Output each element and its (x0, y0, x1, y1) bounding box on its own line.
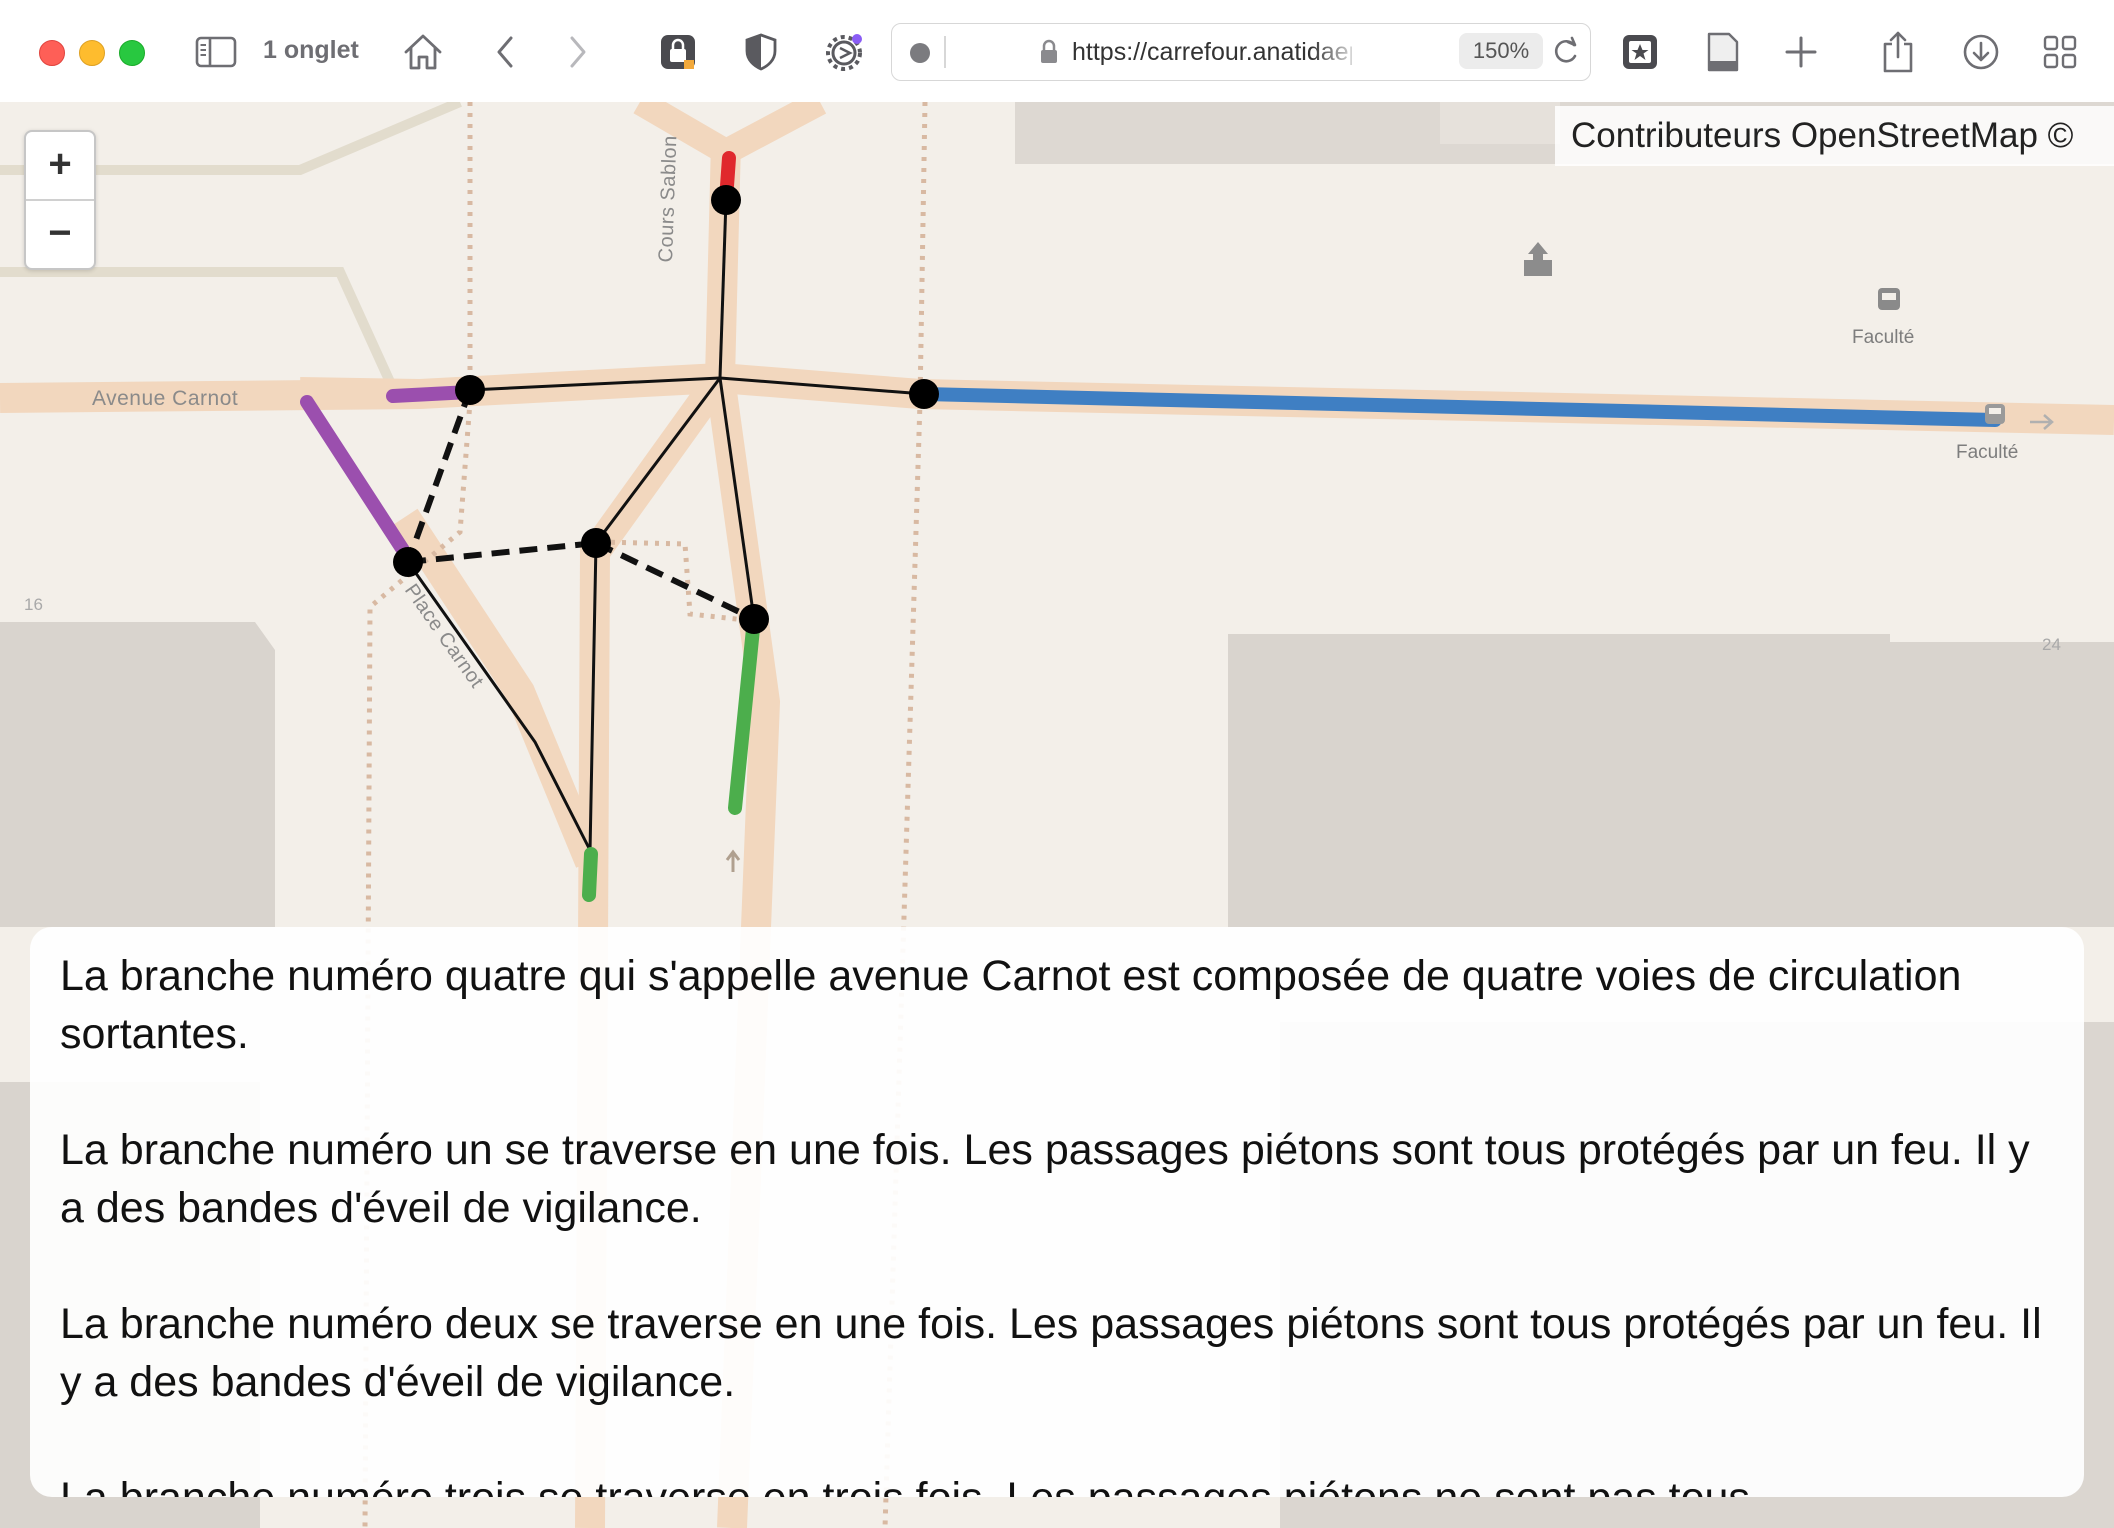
sidebar-toggle-icon[interactable] (192, 28, 240, 76)
home-icon[interactable] (399, 28, 447, 76)
record-icon[interactable] (910, 43, 930, 63)
node[interactable] (455, 375, 485, 405)
settings-gear-icon[interactable] (820, 28, 868, 76)
url-fade (1312, 30, 1362, 74)
reload-icon[interactable] (1550, 36, 1580, 73)
back-icon[interactable] (482, 28, 530, 76)
crossing-dashed (405, 388, 473, 564)
zoom-out-button[interactable]: − (26, 199, 94, 268)
tab-count-label[interactable]: 1 onglet (263, 36, 359, 65)
address-separator (944, 36, 946, 68)
intersection-graph (406, 199, 925, 855)
building (0, 622, 275, 927)
oneway-arrow-icon (725, 849, 741, 872)
node[interactable] (739, 604, 769, 634)
map-zoom-control: + − (24, 130, 96, 270)
tab-overview-icon[interactable] (2036, 28, 2084, 76)
node[interactable] (909, 379, 939, 409)
privacy-shield-icon[interactable] (737, 28, 785, 76)
branch-3-green-2[interactable] (582, 847, 598, 902)
fullscreen-window-button[interactable] (119, 40, 145, 66)
description-panel[interactable]: La branche numéro quatre qui s'appelle a… (30, 927, 2084, 1497)
downloads-icon[interactable] (1957, 28, 2005, 76)
description-paragraph: La branche numéro un se traverse en une … (60, 1126, 2030, 1232)
close-window-button[interactable] (39, 40, 65, 66)
description-paragraph: La branche numéro deux se traverse en un… (60, 1300, 2042, 1406)
map-attribution[interactable]: Contributeurs OpenStreetMap © (1555, 106, 2114, 166)
address-bar[interactable]: https://carrefour.anatidaepho.be 150% (891, 23, 1591, 81)
forward-icon[interactable] (553, 28, 601, 76)
poi-label-faculte: Faculté (1852, 327, 1915, 348)
password-extension-icon[interactable] (654, 28, 702, 76)
building (1440, 102, 1560, 144)
url-text[interactable]: https://carrefour.anatidaepho.be (1072, 38, 1352, 67)
browser-toolbar: 1 onglet https://carrefour.anatidaepho.b… (0, 0, 2114, 102)
building (1228, 634, 2114, 927)
landuse-outline (0, 267, 395, 385)
node[interactable] (581, 528, 611, 558)
zoom-in-button[interactable]: + (26, 132, 94, 199)
bus-stop-icon (1985, 404, 2005, 424)
new-tab-icon[interactable] (1777, 28, 1825, 76)
description-paragraph: La branche numéro quatre qui s'appelle a… (60, 952, 1962, 1058)
description-paragraph: La branche numéro trois se traverse en t… (60, 1469, 2050, 1497)
monument-icon (1524, 242, 1552, 276)
road-label-avenue-carnot: Avenue Carnot (92, 387, 239, 410)
bookmark-icon[interactable] (1616, 28, 1664, 76)
house-number: 24 (2042, 635, 2061, 654)
branch-4-purple-2[interactable] (300, 395, 410, 557)
house-number: 16 (24, 595, 43, 614)
node[interactable] (393, 547, 423, 577)
road-label-cours-sablon: Cours Sablon (655, 134, 682, 263)
lock-icon (1038, 39, 1060, 70)
minimize-window-button[interactable] (79, 40, 105, 66)
poi-label-faculte: Faculté (1956, 442, 2019, 463)
reader-document-icon[interactable] (1699, 28, 1747, 76)
share-icon[interactable] (1874, 28, 1922, 76)
node[interactable] (711, 185, 741, 215)
bus-stop-icon (1878, 288, 1900, 310)
zoom-level-badge[interactable]: 150% (1459, 33, 1543, 69)
